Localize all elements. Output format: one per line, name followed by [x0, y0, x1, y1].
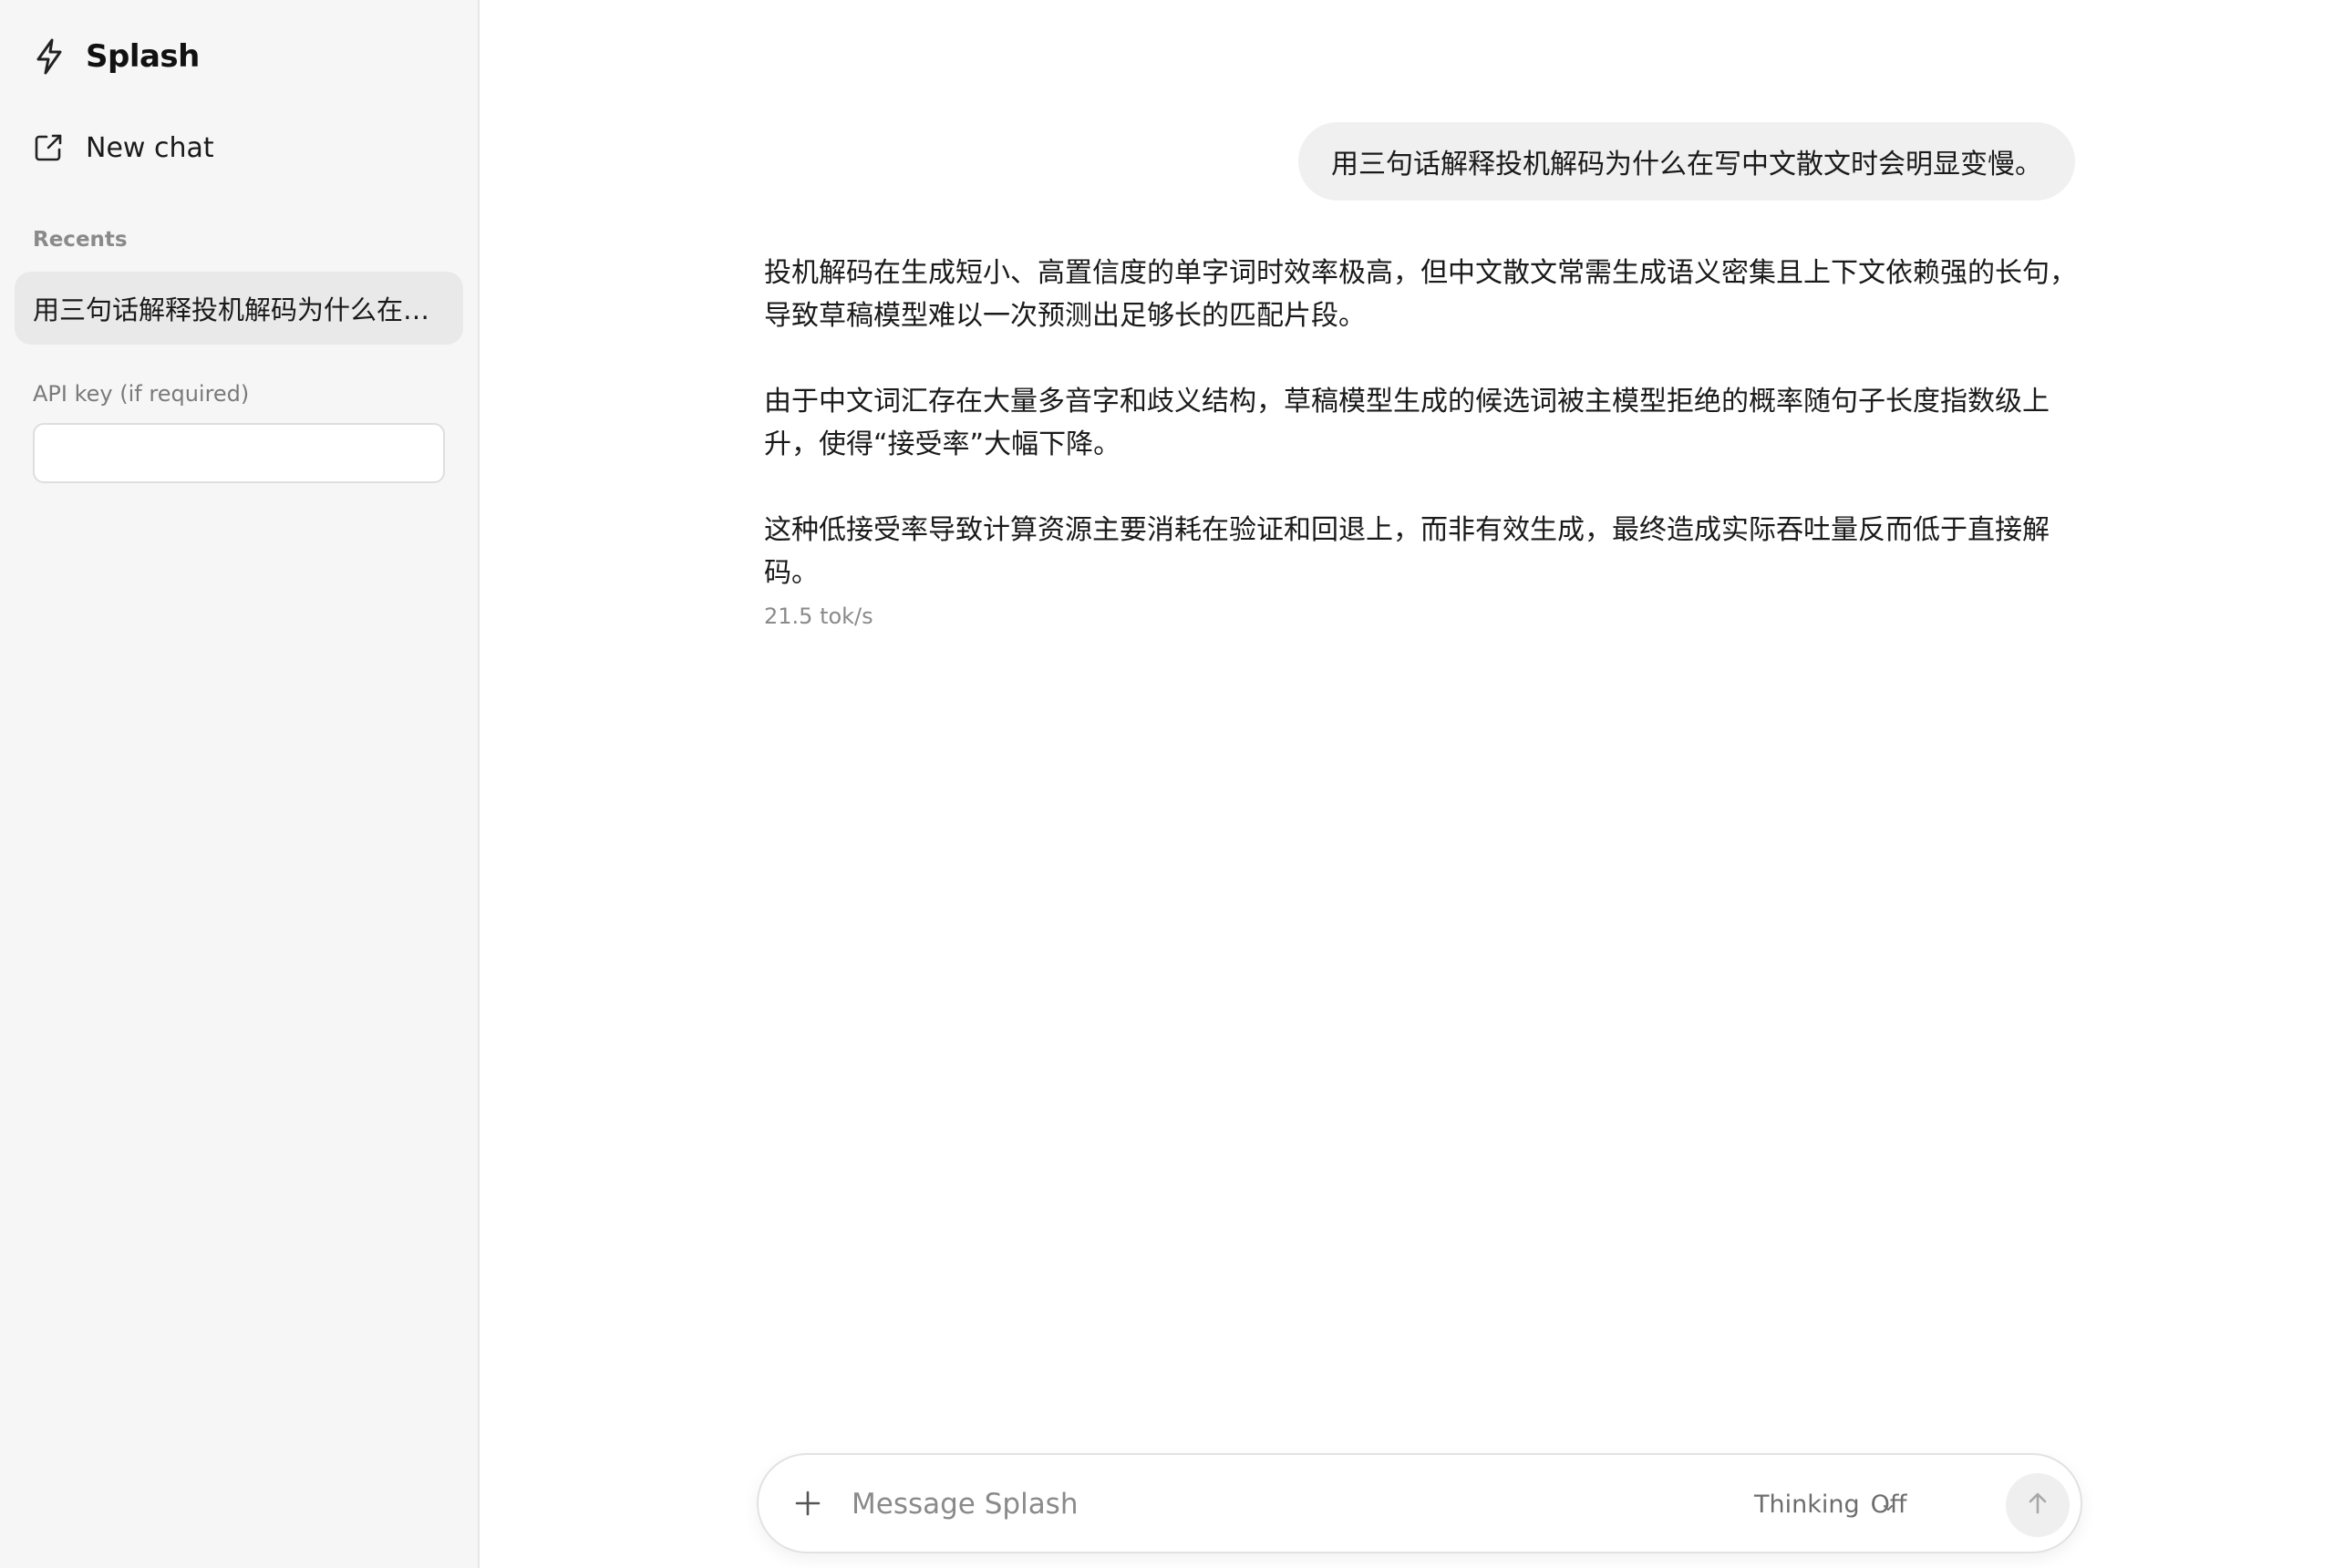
- brand: Splash: [33, 33, 200, 80]
- bolt-icon: [33, 38, 66, 75]
- assistant-paragraph: 投机解码在生成短小、高置信度的单字词时效率极高，但中文散文常需生成语义密集且上下…: [764, 257, 2077, 332]
- message-composer: Thinking Off: [757, 1453, 2082, 1553]
- recent-chat-item[interactable]: 用三句话解释投机解码为什么在写中文散文时会明显变慢。: [15, 272, 463, 345]
- brand-name: Splash: [86, 38, 200, 75]
- recent-chat-title: 用三句话解释投机解码为什么在写中文散文时会明显变慢。: [33, 294, 445, 325]
- assistant-paragraph: 由于中文词汇存在大量多音字和歧义结构，草稿模型生成的候选词被主模型拒绝的概率随句…: [764, 386, 2050, 460]
- thinking-label: Thinking: [1754, 1490, 1860, 1519]
- chat-main: 用三句话解释投机解码为什么在写中文散文时会明显变慢。 投机解码在生成短小、高置信…: [481, 0, 2334, 1568]
- message-input[interactable]: [852, 1477, 1672, 1532]
- app-window: Splash New chat Recents 用三句话解释投机解码为什么在写中…: [0, 0, 2334, 1568]
- token-rate: 21.5 tok/s: [764, 603, 873, 629]
- api-key-input[interactable]: [33, 423, 445, 483]
- recents-heading: Recents: [33, 228, 128, 252]
- assistant-message: 投机解码在生成短小、高置信度的单字词时效率极高，但中文散文常需生成语义密集且上下…: [764, 252, 2077, 629]
- chevron-down-icon[interactable]: [1876, 1491, 1900, 1519]
- send-button[interactable]: [2006, 1473, 2070, 1537]
- assistant-paragraph: 这种低接受率导致计算资源主要消耗在验证和回退上，而非有效生成，最终造成实际吞吐量…: [764, 514, 2050, 589]
- new-chat-label: New chat: [86, 131, 214, 164]
- user-message-bubble: 用三句话解释投机解码为什么在写中文散文时会明显变慢。: [1298, 122, 2075, 201]
- api-key-label: API key (if required): [33, 381, 250, 407]
- arrow-up-icon: [2024, 1490, 2051, 1521]
- new-chat-button[interactable]: New chat: [33, 124, 214, 171]
- compose-icon: [33, 132, 64, 163]
- sidebar: Splash New chat Recents 用三句话解释投机解码为什么在写中…: [0, 0, 480, 1568]
- plus-icon[interactable]: [790, 1485, 826, 1522]
